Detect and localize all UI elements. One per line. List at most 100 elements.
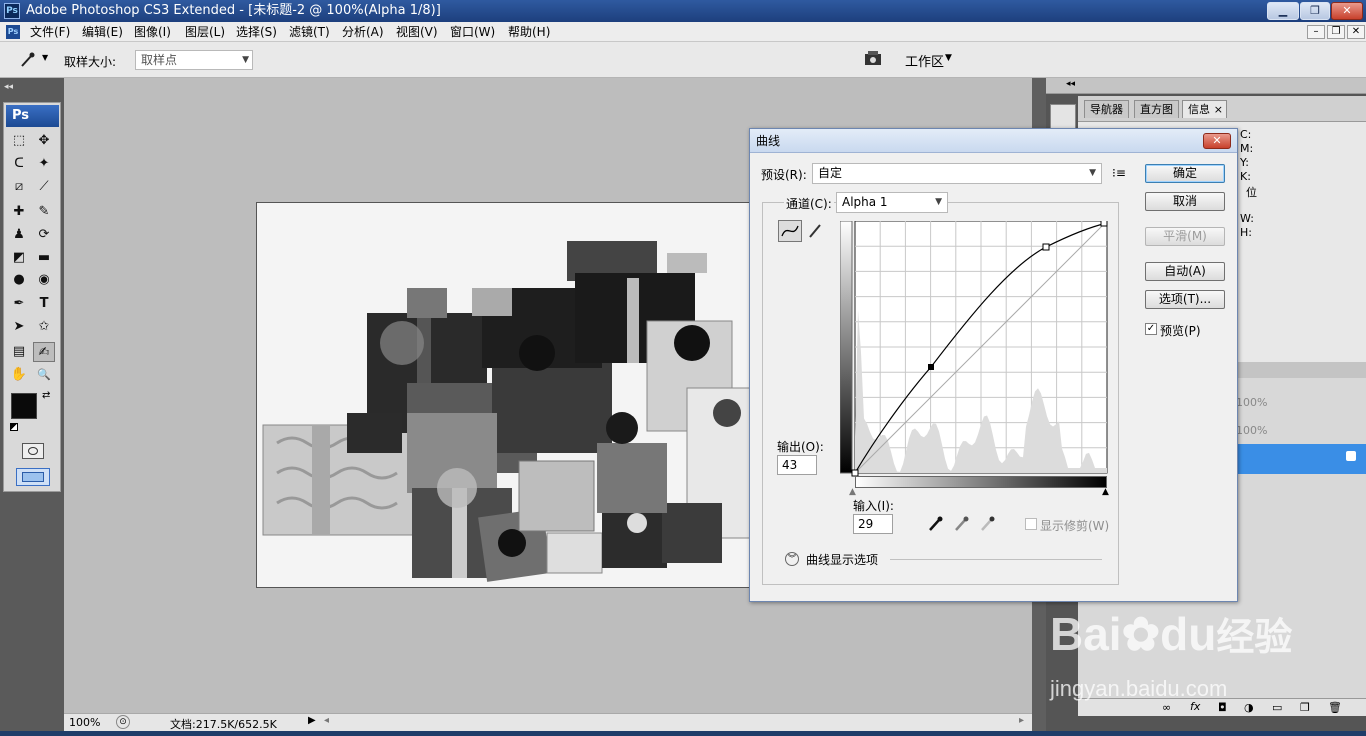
sample-size-select[interactable]: 取样点 ▼	[135, 50, 253, 70]
type-tool-icon[interactable]: T	[33, 294, 55, 314]
expand-options-icon[interactable]: ︾	[785, 552, 799, 566]
eyedropper-tool-icon[interactable]: ✍	[33, 342, 55, 362]
zoom-tool-icon[interactable]: 🔍	[33, 365, 55, 385]
doc-close-button[interactable]: ✕	[1347, 25, 1365, 39]
output-field[interactable]: 43	[777, 455, 817, 475]
preset-select[interactable]: 自定 ▼	[812, 163, 1102, 184]
tab-close-icon[interactable]: ×	[1214, 101, 1223, 118]
status-menu-arrow-icon[interactable]: ▶	[308, 715, 316, 726]
ok-button[interactable]: 确定	[1145, 164, 1225, 183]
document-image[interactable]	[256, 202, 750, 588]
channel-select[interactable]: Alpha 1 ▼	[836, 192, 948, 213]
menu-select[interactable]: 选择(S)	[236, 22, 277, 42]
status-info-icon[interactable]: ⊙	[116, 715, 130, 729]
stamp-tool-icon[interactable]: ♟	[8, 225, 30, 245]
eyedropper-icon[interactable]	[16, 50, 38, 70]
black-eyedropper-icon[interactable]	[927, 515, 945, 533]
menu-edit[interactable]: 编辑(E)	[82, 22, 123, 42]
menu-analysis[interactable]: 分析(A)	[342, 22, 384, 42]
swap-colors-icon[interactable]: ⇄	[42, 390, 50, 401]
lasso-tool-icon[interactable]: ᑕ	[8, 154, 30, 174]
dialog-title: 曲线	[750, 129, 1237, 153]
menu-layer[interactable]: 图层(L)	[185, 22, 225, 42]
gradient-tool-icon[interactable]: ▬	[33, 248, 55, 268]
tab-histogram[interactable]: 直方图	[1134, 100, 1179, 118]
quick-mask-icon	[28, 447, 38, 455]
toolbox-logo: Ps	[6, 105, 59, 127]
dialog-close-button[interactable]: ✕	[1203, 133, 1231, 149]
collapse-arrows-icon[interactable]: ◂◂	[4, 82, 13, 92]
doc-restore-button[interactable]: ❐	[1327, 25, 1345, 39]
dodge-tool-icon[interactable]: ◉	[33, 270, 55, 290]
auto-button[interactable]: 自动(A)	[1145, 262, 1225, 281]
close-button[interactable]: ✕	[1331, 2, 1363, 20]
channel-label: 通道(C):	[784, 195, 834, 212]
preview-checkbox[interactable]: ✓	[1145, 323, 1157, 335]
menu-window[interactable]: 窗口(W)	[450, 22, 495, 42]
magic-wand-tool-icon[interactable]: ✦	[33, 154, 55, 174]
quick-mask-button[interactable]	[22, 443, 44, 459]
show-clipping-checkbox[interactable]	[1025, 518, 1037, 530]
window-title: Adobe Photoshop CS3 Extended - [未标题-2 @ …	[26, 3, 441, 18]
restore-button[interactable]: ❐	[1300, 2, 1330, 20]
eraser-tool-icon[interactable]: ◩	[8, 248, 30, 268]
cancel-button[interactable]: 取消	[1145, 192, 1225, 211]
curve-graph[interactable]	[840, 221, 1110, 496]
white-eyedropper-icon[interactable]	[979, 515, 997, 533]
path-select-tool-icon[interactable]: ➤	[8, 317, 30, 337]
layer-fill[interactable]: 100%	[1236, 424, 1267, 437]
preset-value: 自定	[818, 166, 843, 180]
smooth-button[interactable]: 平滑(M)	[1145, 227, 1225, 246]
scroll-right-icon[interactable]: ▸	[1019, 715, 1024, 726]
bridge-icon[interactable]	[862, 48, 888, 70]
menu-bar: Ps 文件(F) 编辑(E) 图像(I) 图层(L) 选择(S) 滤镜(T) 分…	[0, 22, 1366, 42]
blur-tool-icon[interactable]: ●	[8, 270, 30, 290]
tab-navigator[interactable]: 导航器	[1084, 100, 1129, 118]
slice-tool-icon[interactable]: ⟋	[33, 177, 55, 197]
minimize-button[interactable]: ▁	[1267, 2, 1299, 20]
move-tool-icon[interactable]: ✥	[33, 131, 55, 151]
notes-tool-icon[interactable]: ▤	[8, 342, 30, 362]
menu-image[interactable]: 图像(I)	[134, 22, 171, 42]
pen-tool-icon[interactable]: ✒	[8, 294, 30, 314]
tab-info[interactable]: 信息 ×	[1182, 100, 1227, 118]
gray-eyedropper-icon[interactable]	[953, 515, 971, 533]
menu-file[interactable]: 文件(F)	[30, 22, 70, 42]
info-k: K:	[1240, 170, 1251, 183]
black-point-slider-icon[interactable]: ▲	[849, 487, 856, 497]
crop-tool-icon[interactable]: ⧄	[8, 177, 30, 197]
zoom-level[interactable]: 100%	[69, 716, 100, 729]
pencil-tool-button[interactable]	[806, 221, 826, 241]
white-point-slider-icon[interactable]: ▲	[1102, 487, 1109, 497]
input-field[interactable]: 29	[853, 514, 893, 534]
healing-tool-icon[interactable]: ✚	[8, 202, 30, 222]
doc-minimize-button[interactable]: –	[1307, 25, 1325, 39]
panel-collapse-icon[interactable]: ◂◂	[1066, 79, 1075, 89]
default-colors-icon[interactable]	[10, 423, 18, 431]
watermark-brand: Bai✿du经验	[1050, 606, 1292, 661]
workspace-menu[interactable]: 工作区	[905, 51, 944, 70]
pencil-icon	[809, 224, 821, 238]
menu-view[interactable]: 视图(V)	[396, 22, 438, 42]
options-button[interactable]: 选项(T)...	[1145, 290, 1225, 309]
hand-tool-icon[interactable]: ✋	[8, 365, 30, 385]
scroll-left-icon[interactable]: ◂	[324, 715, 329, 726]
history-brush-tool-icon[interactable]: ⟳	[33, 225, 55, 245]
curve-point-tool-button[interactable]	[778, 220, 802, 242]
workspace-arrow-icon[interactable]: ▼	[945, 53, 952, 63]
brush-tool-icon[interactable]: ✎	[33, 202, 55, 222]
foreground-color-swatch[interactable]	[11, 393, 37, 419]
shape-tool-icon[interactable]: ✩	[33, 317, 55, 337]
input-label: 输入(I):	[853, 499, 894, 513]
layer-opacity[interactable]: 100%	[1236, 396, 1267, 409]
marquee-tool-icon[interactable]: ⬚	[8, 131, 30, 151]
curve-display-options-label[interactable]: 曲线显示选项	[806, 551, 878, 568]
selected-layer-row[interactable]	[1236, 444, 1366, 474]
info-h: H:	[1240, 226, 1252, 239]
menu-help[interactable]: 帮助(H)	[508, 22, 550, 42]
doc-icon: Ps	[6, 25, 20, 39]
menu-filter[interactable]: 滤镜(T)	[289, 22, 330, 42]
preset-options-icon[interactable]: ⁝≡	[1112, 166, 1126, 180]
tool-preset-arrow-icon[interactable]: ▼	[42, 53, 48, 62]
screen-mode-button[interactable]	[16, 468, 50, 486]
